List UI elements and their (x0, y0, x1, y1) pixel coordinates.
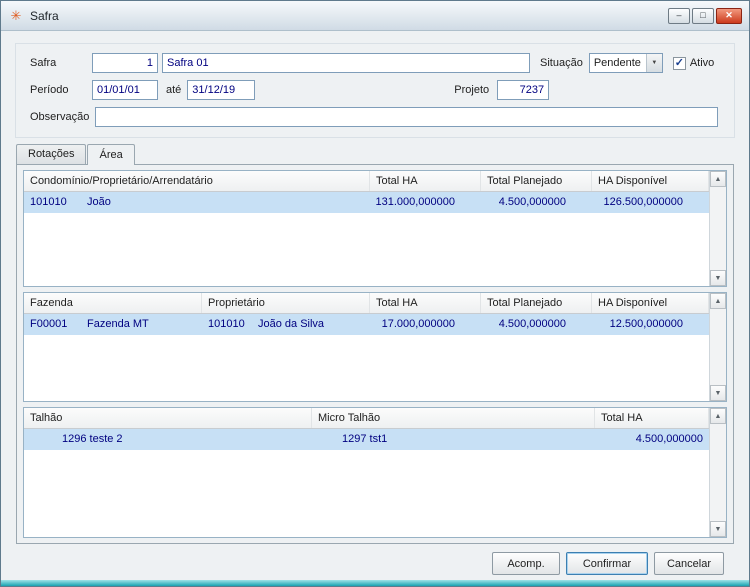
condominio-grid: Condomínio/Proprietário/Arrendatário Tot… (23, 170, 727, 287)
safra-name-input[interactable] (162, 53, 530, 73)
action-buttons: Acomp. Confirmar Cancelar (1, 552, 724, 575)
cell-ha-disponivel: 126.500,000000 (603, 196, 683, 208)
column-header-fazenda: Fazenda (24, 293, 202, 313)
scroll-up-icon[interactable]: ▲ (710, 171, 726, 187)
condominio-grid-header: Condomínio/Proprietário/Arrendatário Tot… (24, 171, 709, 192)
minimize-button[interactable]: – (668, 7, 690, 24)
condominio-grid-empty-area (24, 213, 709, 286)
talhao-grid: Talhão Micro Talhão Total HA 1296 teste … (23, 407, 727, 538)
cancelar-button[interactable]: Cancelar (654, 552, 724, 575)
periodo-fim-input[interactable] (187, 80, 256, 100)
fazenda-grid-header: Fazenda Proprietário Total HA Total Plan… (24, 293, 709, 314)
safra-label: Safra (30, 57, 57, 69)
window-controls: – □ ✕ (668, 7, 742, 24)
column-header-talhao: Talhão (24, 408, 312, 428)
ativo-label: Ativo (689, 57, 715, 69)
observacao-input[interactable] (95, 107, 718, 127)
cell-condominio-codigo: 101010 (30, 196, 67, 208)
cell-total-ha: 4.500,000000 (635, 433, 703, 445)
column-header-total-ha: Total HA (370, 171, 481, 191)
cell-fazenda-nome: Fazenda MT (87, 318, 149, 330)
titlebar: ✳ Safra – □ ✕ (1, 1, 749, 31)
fazenda-row[interactable]: F00001 Fazenda MT 101010 João da Silva 17.… (24, 314, 709, 335)
column-header-proprietario: Proprietário (202, 293, 370, 313)
cell-micro-talhao: 1297 tst1 (342, 433, 388, 445)
periodo-inicio-input[interactable] (92, 80, 158, 100)
talhao-grid-body: Talhão Micro Talhão Total HA 1296 teste … (24, 408, 709, 537)
form-row-periodo: Período até Projeto (30, 79, 720, 101)
tab-strip: Rotações Área (16, 144, 749, 165)
talhao-grid-empty-area (24, 450, 709, 537)
talhao-grid-scrollbar[interactable]: ▲ ▼ (709, 408, 726, 537)
fazenda-grid-empty-area (24, 335, 709, 401)
cell-condominio-nome: João (87, 196, 111, 208)
form-row-observacao: Observação (30, 106, 720, 128)
column-header-condominio: Condomínio/Proprietário/Arrendatário (24, 171, 370, 191)
window-bottom-edge (1, 580, 749, 586)
area-tab-panel: Condomínio/Proprietário/Arrendatário Tot… (16, 164, 734, 544)
column-header-total-ha: Total HA (595, 408, 709, 428)
cell-proprietario: 101010 João da Silva (202, 314, 370, 335)
cell-proprietario-nome: João da Silva (258, 318, 325, 330)
column-header-total-ha: Total HA (370, 293, 481, 313)
scroll-up-icon[interactable]: ▲ (710, 408, 726, 424)
cell-fazenda-codigo: F00001 (30, 318, 68, 330)
cell-total-ha: 131.000,000000 (375, 196, 455, 208)
tab-rotacoes[interactable]: Rotações (16, 144, 87, 164)
ativo-checkbox[interactable]: ✓ (672, 56, 686, 70)
cell-condominio: 101010 João (24, 192, 370, 213)
cell-ha-disponivel: 12.500,000000 (609, 318, 683, 330)
app-icon: ✳ (10, 7, 22, 23)
form-row-safra: Safra Situação Pendente ▼ ✓ Ativo (30, 52, 720, 74)
fazenda-grid-scrollbar[interactable]: ▲ ▼ (709, 293, 726, 401)
talhao-grid-header: Talhão Micro Talhão Total HA (24, 408, 709, 429)
scroll-down-icon[interactable]: ▼ (710, 270, 726, 286)
condominio-grid-body: Condomínio/Proprietário/Arrendatário Tot… (24, 171, 709, 286)
cell-total-planejado: 4.500,000000 (498, 196, 566, 208)
confirmar-button[interactable]: Confirmar (566, 552, 648, 575)
situacao-selected-value: Pendente (593, 57, 641, 69)
column-header-ha-disponivel: HA Disponível (592, 171, 709, 191)
projeto-input[interactable] (497, 80, 550, 100)
column-header-ha-disponivel: HA Disponível (592, 293, 709, 313)
safra-window: ✳ Safra – □ ✕ Safra Situação Pendente ▼ … (0, 0, 750, 587)
safra-code-input[interactable] (92, 53, 158, 73)
chevron-down-icon[interactable]: ▼ (645, 54, 662, 72)
close-button[interactable]: ✕ (716, 7, 742, 24)
form-panel: Safra Situação Pendente ▼ ✓ Ativo Períod… (15, 43, 735, 138)
cell-fazenda: F00001 Fazenda MT (24, 314, 202, 335)
situacao-combobox[interactable]: Pendente ▼ (588, 53, 663, 73)
tab-area[interactable]: Área (87, 144, 135, 165)
periodo-label: Período (30, 84, 69, 96)
observacao-label: Observação (30, 111, 90, 123)
scroll-down-icon[interactable]: ▼ (710, 521, 726, 537)
column-header-total-planejado: Total Planejado (481, 293, 592, 313)
situacao-label: Situação (540, 57, 583, 69)
acomp-button[interactable]: Acomp. (492, 552, 560, 575)
maximize-button[interactable]: □ (692, 7, 714, 24)
fazenda-grid: Fazenda Proprietário Total HA Total Plan… (23, 292, 727, 402)
ate-label: até (166, 84, 182, 96)
talhao-row[interactable]: 1296 teste 2 1297 tst1 4.500,000000 (24, 429, 709, 450)
cell-total-planejado: 4.500,000000 (498, 318, 566, 330)
fazenda-grid-body: Fazenda Proprietário Total HA Total Plan… (24, 293, 709, 401)
cell-talhao: 1296 teste 2 (62, 433, 123, 445)
cell-total-ha: 17.000,000000 (381, 318, 455, 330)
window-title: Safra (30, 8, 59, 23)
scroll-down-icon[interactable]: ▼ (710, 385, 726, 401)
column-header-total-planejado: Total Planejado (481, 171, 592, 191)
cell-proprietario-codigo: 101010 (208, 318, 245, 330)
condominio-grid-scrollbar[interactable]: ▲ ▼ (709, 171, 726, 286)
column-header-micro-talhao: Micro Talhão (312, 408, 595, 428)
scroll-up-icon[interactable]: ▲ (710, 293, 726, 309)
condominio-row[interactable]: 101010 João 131.000,000000 4.500,000000 1… (24, 192, 709, 213)
projeto-label: Projeto (454, 84, 490, 96)
